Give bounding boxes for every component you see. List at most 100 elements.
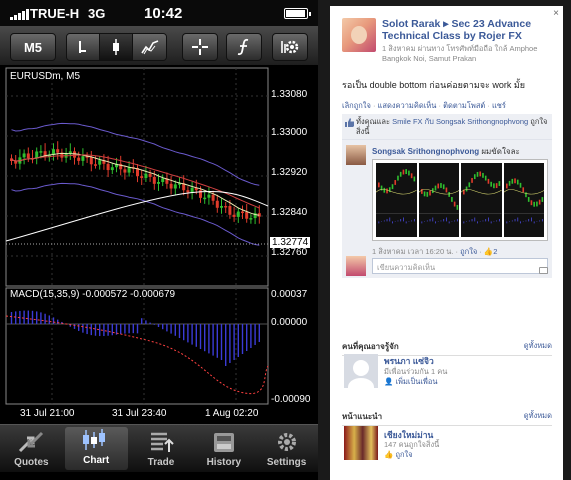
candle-body [236,211,240,217]
candle-body [232,214,236,217]
mini-chart [376,163,417,237]
candle-body [161,178,165,183]
status-bar: TRUE-H 3G 10:42 [0,0,318,26]
chart-settings-button[interactable] [272,33,308,61]
candle-body [245,212,249,219]
tab-history[interactable]: History [192,425,255,472]
price-chart[interactable]: EURUSDm, M5 1.33080 1.33000 1.32920 1.32… [0,66,318,424]
page-thumbnail[interactable] [344,426,378,460]
indicators-button[interactable] [226,33,262,61]
bar-chart-icon[interactable] [133,34,166,60]
quotes-icon [19,431,44,453]
share-link[interactable]: แชร์ [492,101,506,110]
commenter-name[interactable]: Songsak Srithongnophvong [372,147,479,156]
candle-body [152,176,156,184]
price-tick: 1.33080 [271,89,308,100]
reply-box: เขียนความคิดเห็น [342,256,552,278]
status-clock: 10:42 [144,5,183,22]
candle-body [110,167,114,171]
comment-meta: 1 สิงหาคม เวลา 16:20 น. · ถูกใจ · 👍2 [372,247,498,256]
facebook-post-panel: × Solot Rarak ▸ Sec 23 Advance Technical… [330,6,563,480]
candle-body [186,190,190,193]
battery-icon [284,8,311,19]
candle-body [98,160,102,165]
comment-link[interactable]: แสดงความคิดเห็น [378,101,437,110]
price-tick: 1.32840 [271,207,308,218]
candle-body [127,167,131,173]
person-avatar[interactable] [344,354,378,388]
suggested-pages-header: หน้าแนะนำ ดูทั้งหมด [342,410,552,426]
comment-time: 1 สิงหาคม เวลา 16:20 น. [372,247,454,256]
post-body: รอเป็น double bottom ก่อนค่อยตามจะ work … [342,80,526,90]
candle-body [203,197,207,200]
candle-body [56,149,60,153]
candle-body [26,153,30,159]
candle-body [89,156,93,165]
candle-body [220,205,223,208]
function-icon [237,38,249,56]
candle-body [77,157,81,161]
candle-body [241,211,244,214]
price-tick: 1.32760 [271,247,308,258]
people-see-all-link[interactable]: ดูทั้งหมด [524,340,552,352]
macd-tick: -0.00090 [271,394,311,405]
post-meta: 1 สิงหาคม ผ่านทาง โทรศัพท์มือถือ ใกล้ Am… [382,44,538,63]
tab-chart[interactable]: Chart [64,427,128,470]
gear-icon [281,40,299,54]
tab-trade[interactable]: Trade [130,425,193,472]
carrier-name: TRUE-H [30,6,80,21]
camera-icon[interactable] [539,267,548,274]
unlike-link[interactable]: เลิกถูกใจ [342,101,371,110]
comment-like-count[interactable]: 👍2 [484,247,498,256]
candle-body [148,173,152,177]
like-page-button[interactable]: 👍 ถูกใจ [384,449,413,461]
tab-quotes[interactable]: Quotes [0,425,63,472]
candle-body [52,149,55,155]
candle-chart-icon[interactable] [100,34,133,60]
comment-attached-screenshot[interactable] [372,159,548,241]
candle-body [207,194,211,198]
candle-body [211,194,215,201]
mini-chart [461,163,502,237]
comment: Songsak Srithongnophvong ผมขัดใจละ 1 สิง… [342,140,552,264]
bottom-tab-bar: Quotes Chart Trade History Settings [0,424,318,472]
tab-settings[interactable]: Settings [255,425,318,472]
chart-type-selector [66,33,167,61]
likers-link[interactable]: Smile FX กับ Songsak Srithongnophvong [392,117,528,126]
crosshair-button[interactable] [182,33,218,61]
time-label: 1 Aug 02:20 [205,408,259,419]
macd-pane-frame [5,287,269,405]
comment-text: ผมขัดใจละ [481,147,520,156]
comment-input[interactable]: เขียนความคิดเห็น [372,258,548,274]
add-friend-button[interactable]: 👤 เพิ่มเป็นเพื่อน [384,376,437,388]
pages-see-all-link[interactable]: ดูทั้งหมด [524,410,552,422]
ma-mid-line [11,154,260,209]
time-label: 31 Jul 21:00 [20,408,75,419]
price-tick: 1.32920 [271,167,308,178]
post-actions: เลิกถูกใจ · แสดงความคิดเห็น · ติดตามโพสต… [342,101,506,110]
candle-body [73,151,76,158]
candle-body [123,169,127,173]
candle-body [94,164,97,166]
timeframe-button[interactable]: M5 [10,33,56,61]
candle-body [215,200,219,208]
line-chart-icon[interactable] [67,34,100,60]
current-price-label: 1.32774 [270,237,311,248]
follow-post-link[interactable]: ติดตามโพสต์ [443,101,485,110]
candle-body [22,153,26,158]
comment-like-link[interactable]: ถูกใจ [460,247,477,256]
tab-quotes-label: Quotes [14,457,49,468]
candle-body [249,218,253,220]
time-label: 31 Jul 23:40 [112,408,167,419]
candle-body [81,156,85,161]
post-title[interactable]: Solot Rarak ▸ Sec 23 Advance Technical C… [382,18,558,42]
bollinger-lower [11,182,260,246]
commenter-avatar[interactable] [346,145,366,165]
likes-summary: ทั้งคุณและ Smile FX กับ Songsak Srithong… [342,114,552,140]
macd-tick: 0.00000 [271,317,308,328]
macd-tick: 0.00037 [271,289,308,300]
candle-body [224,205,228,208]
candle-body [169,183,173,189]
mini-chart [503,163,544,237]
author-avatar[interactable] [342,18,376,52]
